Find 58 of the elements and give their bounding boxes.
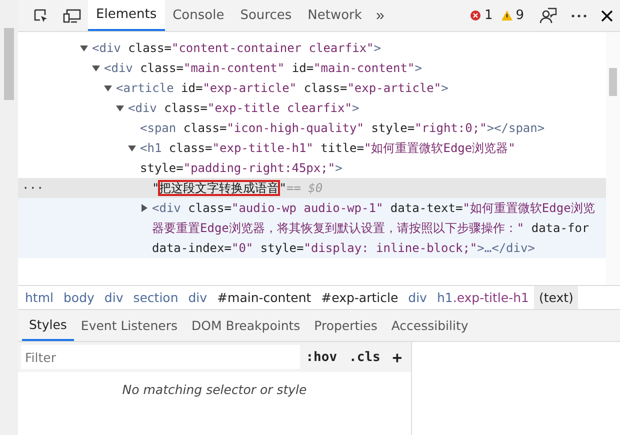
expand-arrow-icon[interactable] xyxy=(128,144,136,152)
panel-tab[interactable]: Console xyxy=(164,0,232,31)
breadcrumb-item[interactable]: div xyxy=(403,286,432,309)
dom-node-markup: <div class="audio-wp audio-wp-1" data-text="如何重置微软Edge浏览器要重置Edge浏览器，将其恢复到默认设置，请按照以下步骤操作：" data-for data-index="0" style="display: inline-block;">…</div> xyxy=(152,200,596,257)
close-icon[interactable] xyxy=(601,10,613,22)
dom-node-markup: <span class="icon-high-quality" style="right:0;"></span> xyxy=(140,120,546,137)
inspect-icon[interactable] xyxy=(33,8,49,24)
dom-node-row[interactable]: <h1 class="exp-title-h1" title="如何重置微软Edge浏览器" style="padding-right:45px;"> xyxy=(18,138,606,178)
dom-node-row[interactable]: <article id="exp-article" class="exp-article"> xyxy=(18,78,606,98)
breadcrumb-item[interactable]: section xyxy=(128,286,184,309)
dom-node-markup: <article id="exp-article" class="exp-article"> xyxy=(116,80,450,97)
expand-arrow-icon[interactable] xyxy=(92,64,100,72)
breadcrumb-item[interactable]: html xyxy=(20,286,58,309)
dom-node-row[interactable]: <div class="content-container clearfix"> xyxy=(18,38,606,58)
device-icon[interactable] xyxy=(63,8,81,24)
dom-node-markup: <h1 class="exp-title-h1" title="如何重置微软Edge浏览器" style="padding-right:45px;"> xyxy=(140,140,516,177)
hov-button[interactable]: :hov xyxy=(300,350,344,364)
breadcrumb-item[interactable]: div xyxy=(99,286,128,309)
panel-tab[interactable]: Elements xyxy=(88,0,165,31)
expand-arrow-icon[interactable] xyxy=(140,204,148,212)
node-menu-dots[interactable]: ··· xyxy=(22,178,44,198)
error-count[interactable]: 1 xyxy=(484,8,493,23)
more-options-icon[interactable] xyxy=(571,14,587,18)
breadcrumb-item[interactable]: #main-content xyxy=(212,286,316,309)
expand-arrow-icon[interactable] xyxy=(80,44,88,52)
feedback-icon[interactable] xyxy=(539,6,557,24)
warning-icon xyxy=(500,10,513,21)
dom-node-row[interactable]: <div class="main-content" id="main-content"> xyxy=(18,58,606,78)
page-scrollbar[interactable] xyxy=(0,0,18,435)
panel-tab[interactable]: Network xyxy=(300,0,370,31)
dom-node-markup: <div class="content-container clearfix"> xyxy=(92,40,382,57)
dom-node-markup: "把这段文字转换成语音"== $0 xyxy=(152,180,324,197)
more-tabs-button[interactable]: » xyxy=(370,7,390,24)
pane-tab[interactable]: Accessibility xyxy=(384,310,476,341)
pane-tab[interactable]: Event Listeners xyxy=(74,310,185,341)
filter-field[interactable]: Filter xyxy=(21,345,300,369)
new-rule-button[interactable]: + xyxy=(386,348,408,366)
breadcrumb-item[interactable]: div xyxy=(183,286,212,309)
cls-button[interactable]: .cls xyxy=(343,350,386,364)
dom-node-row[interactable]: <div class="exp-title clearfix"> xyxy=(18,98,606,118)
empty-message: No matching selector or style xyxy=(121,382,308,397)
breadcrumb-item[interactable]: body xyxy=(58,286,100,309)
dom-node-markup: <div class="main-content" id="main-content"> xyxy=(104,60,423,77)
breadcrumb-item[interactable]: (text) xyxy=(534,286,578,309)
breadcrumb-item[interactable]: #exp-article xyxy=(316,286,404,309)
dom-node-row[interactable]: <span class="icon-high-quality" style="right:0;"></span> xyxy=(18,118,606,138)
warning-count[interactable]: 9 xyxy=(516,8,524,23)
dom-node-markup: <div class="exp-title clearfix"> xyxy=(128,100,360,117)
expand-arrow-icon[interactable] xyxy=(116,104,124,112)
dom-node-row[interactable]: ··· "把这段文字转换成语音"== $0 xyxy=(18,178,606,198)
expand-arrow-icon[interactable] xyxy=(104,84,112,92)
error-icon xyxy=(470,10,482,21)
tree-scrollbar[interactable] xyxy=(606,32,620,285)
panel-tab[interactable]: Sources xyxy=(232,0,300,31)
breadcrumb-item[interactable]: h1.exp-title-h1 xyxy=(432,286,534,309)
dom-node-row[interactable]: <div class="audio-wp audio-wp-1" data-text="如何重置微软Edge浏览器要重置Edge浏览器，将其恢复到默认设置，请按照以下步骤操作：" data-for data-index="0" style="display: inline-block;">…</div> xyxy=(18,198,606,258)
pane-tab[interactable]: Properties xyxy=(307,310,384,341)
pane-tab[interactable]: DOM Breakpoints xyxy=(184,310,308,341)
